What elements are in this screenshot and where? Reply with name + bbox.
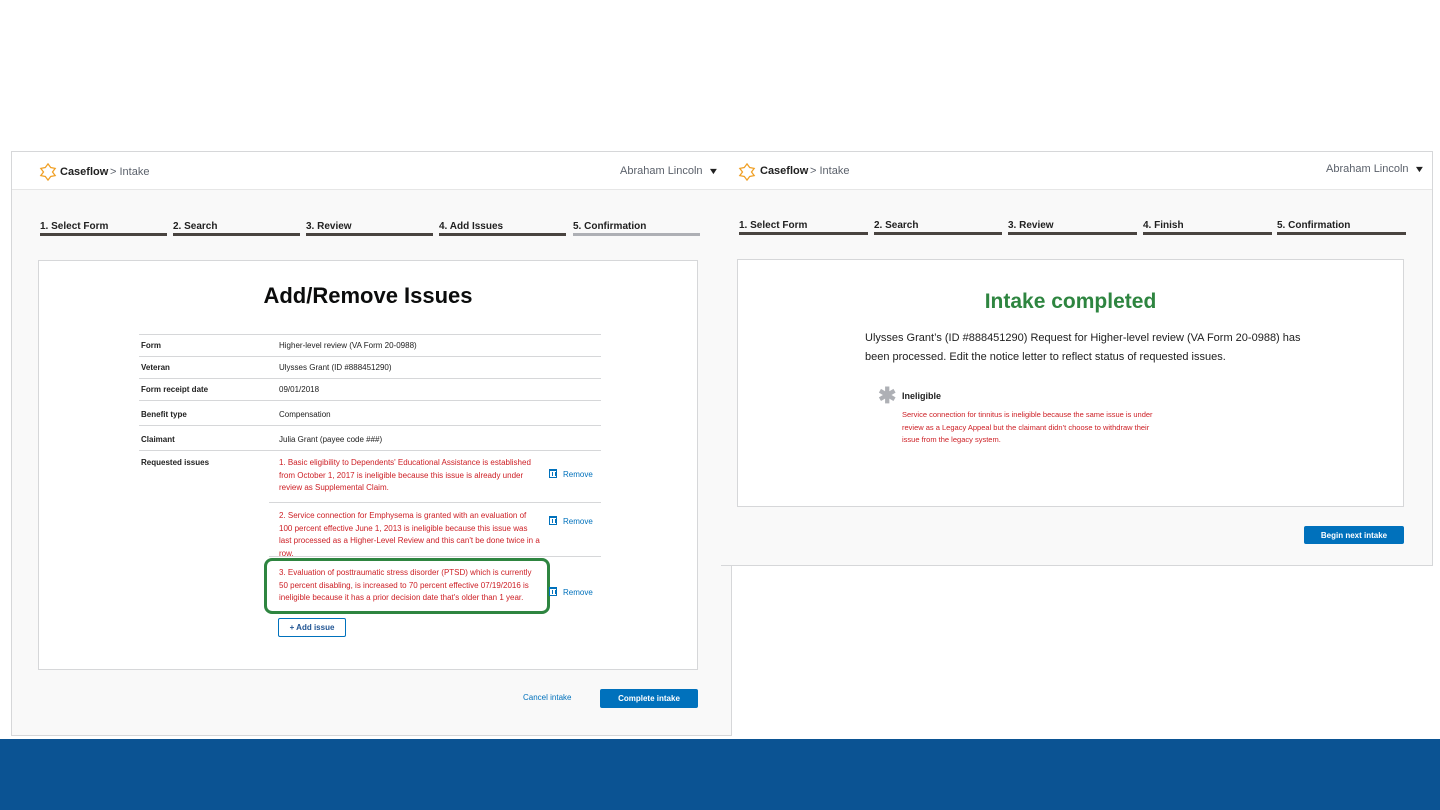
field-value: Ulysses Grant (ID #888451290)	[279, 363, 392, 372]
brand-name[interactable]: Caseflow	[760, 165, 808, 177]
page-title: Add/Remove Issues	[263, 283, 473, 308]
user-name: Abraham Lincoln	[620, 165, 703, 177]
divider	[269, 502, 601, 503]
issue-item: 2. Service connection for Emphysema is g…	[279, 511, 540, 558]
issue-item: 1. Basic eligibility to Dependents' Educ…	[279, 458, 531, 492]
user-menu[interactable]: Abraham Lincoln ▼	[620, 165, 719, 177]
field-value: 09/01/2018	[279, 385, 320, 394]
divider	[269, 556, 601, 557]
step-select-form: 1. Select Form	[739, 215, 868, 235]
remove-issue-button[interactable]: Remove	[549, 469, 593, 479]
remove-issue-button[interactable]: Remove	[549, 516, 593, 526]
field-row-form: Form Higher-level review (VA Form 20-098…	[139, 334, 601, 356]
field-label: Form	[141, 341, 161, 350]
complete-intake-button[interactable]: Complete intake	[600, 689, 698, 708]
issues-card: Add/Remove Issues Form Higher-level revi…	[38, 260, 698, 670]
cancel-intake-link[interactable]: Cancel intake	[523, 693, 571, 702]
step-review: 3. Review	[1008, 215, 1137, 235]
trash-icon	[549, 587, 557, 596]
step-select-form: 1. Select Form	[40, 216, 167, 236]
step-confirmation: 5. Confirmation	[573, 216, 700, 236]
field-label: Veteran	[141, 363, 170, 372]
confirmation-message: Ulysses Grant’s (ID #888451290) Request …	[865, 332, 1301, 363]
caseflow-logo-icon	[738, 163, 756, 181]
field-value: Higher-level review (VA Form 20-0988)	[279, 341, 417, 350]
field-label: Claimant	[141, 435, 175, 444]
footer-bar	[0, 739, 1440, 810]
ineligible-heading: Ineligible	[902, 391, 942, 401]
trash-icon	[549, 469, 557, 478]
breadcrumb: > Intake	[110, 166, 150, 178]
field-value: Julia Grant (payee code ###)	[279, 435, 383, 444]
chevron-down-icon: ▼	[1413, 164, 1425, 174]
field-row-claimant: Claimant Julia Grant (payee code ###)	[139, 425, 601, 450]
field-row-requested-issues: Requested issues	[139, 450, 601, 467]
trash-icon	[549, 516, 557, 525]
add-issues-screen: Caseflow > Intake Abraham Lincoln ▼ 1. Se…	[11, 151, 732, 736]
breadcrumb: > Intake	[810, 165, 850, 177]
issue-highlight	[264, 558, 550, 614]
step-search: 2. Search	[874, 215, 1002, 235]
field-row-receipt-date: Form receipt date 09/01/2018	[139, 378, 601, 400]
page-title: Intake completed	[984, 290, 1157, 313]
field-label: Form receipt date	[141, 385, 209, 394]
add-issue-button[interactable]: + Add issue	[278, 618, 346, 637]
step-add-issues: 4. Add Issues	[439, 216, 566, 236]
confirmation-card: Intake completed Ulysses Grant’s (ID #88…	[737, 259, 1404, 507]
field-row-veteran: Veteran Ulysses Grant (ID #888451290)	[139, 356, 601, 378]
step-finish: 4. Finish	[1143, 215, 1272, 235]
begin-next-intake-button[interactable]: Begin next intake	[1304, 526, 1404, 544]
field-row-benefit-type: Benefit type Compensation	[139, 400, 601, 425]
brand-name[interactable]: Caseflow	[60, 166, 108, 178]
field-value: Compensation	[279, 410, 331, 419]
field-label: Benefit type	[141, 410, 187, 419]
ineligible-description: Service connection for tinnitus is ineli…	[902, 410, 1153, 444]
step-review: 3. Review	[306, 216, 433, 236]
remove-issue-button[interactable]: Remove	[549, 587, 593, 597]
caseflow-logo-icon	[39, 163, 57, 181]
asterisk-icon: ✱	[878, 383, 897, 408]
step-search: 2. Search	[173, 216, 300, 236]
chevron-down-icon: ▼	[707, 166, 719, 176]
user-menu[interactable]: Abraham Lincoln ▼	[1326, 163, 1425, 175]
app-header: Caseflow > Intake Abraham Lincoln ▼	[721, 152, 1432, 190]
step-confirmation: 5. Confirmation	[1277, 215, 1406, 235]
user-name: Abraham Lincoln	[1326, 163, 1409, 175]
field-label: Requested issues	[141, 458, 210, 467]
app-header: Caseflow > Intake Abraham Lincoln ▼	[12, 152, 731, 190]
intake-completed-screen: Caseflow > Intake Abraham Lincoln ▼ 1. Se…	[721, 151, 1433, 566]
